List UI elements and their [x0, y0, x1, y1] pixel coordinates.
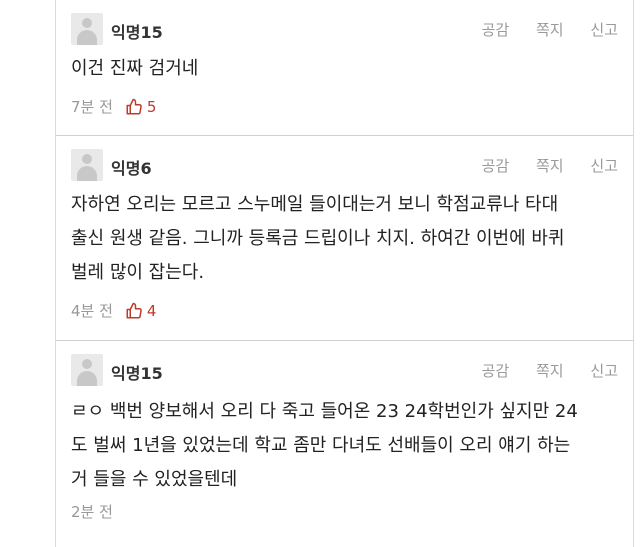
comment-line: 자하연 오리는 모르고 스누메일 들이대는거 보니 학점교류나 타대 — [71, 194, 559, 215]
comment-author: 익명6 — [111, 159, 152, 178]
like-button[interactable]: 공감 — [482, 21, 510, 39]
comment-line: 출신 원생 같음. 그니까 등록금 드립이나 치지. 하여간 이번에 바퀴 — [71, 228, 565, 249]
comment-meta: 4분 전 4 — [71, 300, 156, 321]
comment-author: 익명15 — [111, 23, 163, 42]
comment-actions: 공감 쪽지 신고 — [460, 155, 618, 176]
anonymous-avatar-icon — [71, 354, 103, 386]
comment-text: 이건 진짜 검거네 — [71, 52, 621, 86]
comment-line: ㄹㅇ 백번 양보해서 오리 다 죽고 들어온 23 24학번인가 싶지만 24 — [71, 401, 578, 422]
comment-time: 4분 전 — [71, 302, 113, 320]
like-count-button[interactable]: 4 — [125, 301, 157, 320]
comment-actions: 공감 쪽지 신고 — [460, 360, 618, 381]
comment-time: 2분 전 — [71, 503, 113, 521]
message-button[interactable]: 쪽지 — [536, 21, 564, 39]
like-count: 4 — [146, 301, 157, 320]
comment-text: 자하연 오리는 모르고 스누메일 들이대는거 보니 학점교류나 타대 출신 원생… — [71, 188, 621, 290]
comment-actions: 공감 쪽지 신고 — [460, 19, 618, 40]
comment-item: 익명15 공감 쪽지 신고 이건 진짜 검거네 7분 전 5 — [56, 0, 633, 136]
comment-meta: 2분 전 — [71, 501, 113, 522]
comment-list: 익명15 공감 쪽지 신고 이건 진짜 검거네 7분 전 5 익명6 공감 쪽지 — [55, 0, 634, 547]
message-button[interactable]: 쪽지 — [536, 157, 564, 175]
report-button[interactable]: 신고 — [590, 157, 618, 175]
report-button[interactable]: 신고 — [590, 362, 618, 380]
comment-header: 익명6 공감 쪽지 신고 — [71, 149, 618, 181]
comment-meta: 7분 전 5 — [71, 96, 156, 117]
comment-header: 익명15 공감 쪽지 신고 — [71, 354, 618, 386]
comment-header: 익명15 공감 쪽지 신고 — [71, 13, 618, 45]
comment-item: 익명6 공감 쪽지 신고 자하연 오리는 모르고 스누메일 들이대는거 보니 학… — [56, 136, 633, 341]
like-button[interactable]: 공감 — [482, 362, 510, 380]
comment-line: 거 들을 수 있었을텐데 — [71, 469, 238, 490]
message-button[interactable]: 쪽지 — [536, 362, 564, 380]
comment-line: 도 벌써 1년을 있었는데 학교 좀만 다녀도 선배들이 오리 얘기 하는 — [71, 435, 571, 456]
comment-time: 7분 전 — [71, 98, 113, 116]
thumbs-up-icon — [126, 302, 142, 318]
thumbs-up-icon — [126, 98, 142, 114]
anonymous-avatar-icon — [71, 13, 103, 45]
comment-line: 이건 진짜 검거네 — [71, 58, 199, 79]
comment-item: 익명15 공감 쪽지 신고 ㄹㅇ 백번 양보해서 오리 다 죽고 들어온 23 … — [56, 341, 633, 547]
comment-line: 벌레 많이 잡는다. — [71, 262, 205, 283]
like-button[interactable]: 공감 — [482, 157, 510, 175]
anonymous-avatar-icon — [71, 149, 103, 181]
like-count-button[interactable]: 5 — [125, 97, 157, 116]
report-button[interactable]: 신고 — [590, 21, 618, 39]
comment-author: 익명15 — [111, 364, 163, 383]
comment-text: ㄹㅇ 백번 양보해서 오리 다 죽고 들어온 23 24학번인가 싶지만 24 … — [71, 395, 621, 497]
like-count: 5 — [146, 97, 157, 116]
